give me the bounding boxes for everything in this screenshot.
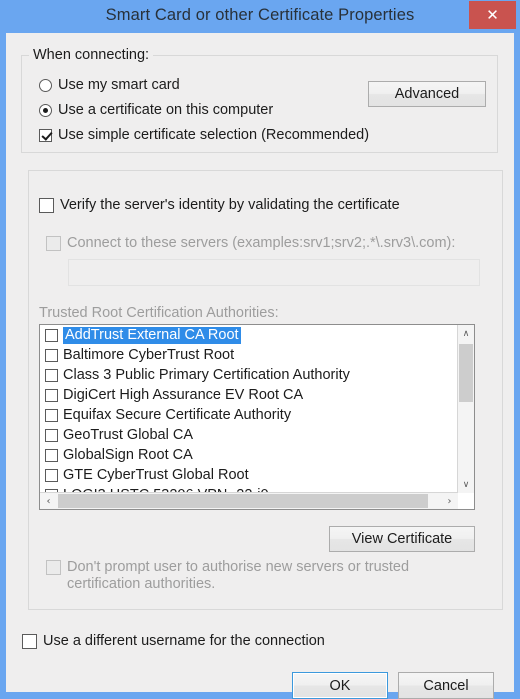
radio-indicator[interactable] [39, 79, 52, 92]
list-item[interactable]: GTE CyberTrust Global Root [40, 465, 458, 485]
checkbox-indicator[interactable] [45, 468, 58, 482]
scroll-up-icon[interactable]: ∧ [458, 325, 474, 342]
scroll-right-icon[interactable]: › [441, 493, 458, 509]
checkbox-different-username[interactable]: Use a different username for the connect… [22, 633, 325, 650]
vertical-scrollbar[interactable]: ∧ ∨ [457, 325, 474, 493]
servers-input[interactable] [68, 259, 480, 286]
list-item[interactable]: Class 3 Public Primary Certification Aut… [40, 365, 458, 385]
checkbox-indicator[interactable] [46, 236, 61, 251]
checkbox-indicator[interactable] [22, 634, 37, 649]
cancel-button[interactable]: Cancel [398, 672, 494, 699]
checkbox-simple-certificate-selection-label: Use simple certificate selection (Recomm… [58, 127, 370, 143]
title-bar: Smart Card or other Certificate Properti… [0, 0, 520, 33]
when-connecting-group-title: When connecting: [29, 47, 154, 63]
list-item[interactable]: Baltimore CyberTrust Root [40, 345, 458, 365]
checkbox-verify-server-identity-label: Verify the server's identity by validati… [60, 197, 400, 213]
list-item-label: DigiCert High Assurance EV Root CA [63, 386, 304, 403]
close-button[interactable]: ✕ [469, 1, 516, 29]
trusted-root-listbox[interactable]: AddTrust External CA Root Baltimore Cyber… [39, 324, 475, 510]
checkbox-indicator[interactable] [45, 368, 58, 382]
view-certificate-button[interactable]: View Certificate [329, 526, 475, 552]
checkbox-indicator[interactable] [39, 129, 52, 142]
checkbox-verify-server-identity[interactable]: Verify the server's identity by validati… [39, 197, 404, 214]
list-item-label: GlobalSign Root CA [63, 446, 193, 463]
list-item-label: Baltimore CyberTrust Root [63, 346, 235, 363]
list-item[interactable]: DigiCert High Assurance EV Root CA [40, 385, 458, 405]
vertical-scrollbar-thumb[interactable] [459, 344, 473, 402]
list-item-label: GeoTrust Global CA [63, 426, 194, 443]
checkbox-indicator[interactable] [45, 348, 58, 362]
dialog-client-area: When connecting: Use my smart card Use a… [6, 33, 514, 699]
checkbox-indicator[interactable] [45, 388, 58, 402]
radio-use-smart-card[interactable]: Use my smart card [39, 77, 180, 94]
checkbox-connect-to-servers-label: Connect to these servers (examples:srv1;… [67, 235, 456, 251]
trusted-root-list-rows: AddTrust External CA Root Baltimore Cyber… [40, 325, 458, 493]
scroll-left-icon[interactable]: ‹ [40, 493, 57, 509]
checkbox-dont-prompt-user-label: Don't prompt user to authorise new serve… [67, 559, 410, 592]
radio-use-certificate[interactable]: Use a certificate on this computer [39, 102, 273, 119]
scroll-down-icon[interactable]: ∨ [458, 476, 474, 493]
ok-button[interactable]: OK [292, 672, 388, 699]
list-item[interactable]: GeoTrust Global CA [40, 425, 458, 445]
list-item-label: Class 3 Public Primary Certification Aut… [63, 366, 350, 383]
radio-use-certificate-label: Use a certificate on this computer [58, 102, 274, 118]
list-item-label: GTE CyberTrust Global Root [63, 466, 249, 483]
checkbox-indicator[interactable] [45, 448, 58, 462]
dialog-window: Smart Card or other Certificate Properti… [0, 0, 520, 699]
advanced-button[interactable]: Advanced [368, 81, 486, 107]
checkbox-connect-to-servers[interactable]: Connect to these servers (examples:srv1;… [46, 235, 455, 252]
checkbox-simple-certificate-selection[interactable]: Use simple certificate selection (Recomm… [39, 127, 369, 144]
trusted-root-list-label: Trusted Root Certification Authorities: [39, 305, 279, 321]
window-title: Smart Card or other Certificate Properti… [105, 6, 415, 24]
checkbox-indicator[interactable] [45, 428, 58, 442]
horizontal-scrollbar[interactable]: ‹ › [40, 492, 458, 509]
checkbox-indicator[interactable] [46, 560, 61, 575]
radio-indicator[interactable] [39, 104, 52, 117]
list-item[interactable]: Equifax Secure Certificate Authority [40, 405, 458, 425]
checkbox-indicator[interactable] [45, 408, 58, 422]
checkbox-indicator[interactable] [39, 198, 54, 213]
close-icon: ✕ [486, 5, 499, 24]
checkbox-different-username-label: Use a different username for the connect… [43, 633, 325, 649]
list-item[interactable]: AddTrust External CA Root [40, 325, 458, 345]
horizontal-scrollbar-thumb[interactable] [58, 494, 428, 508]
checkbox-indicator[interactable] [45, 328, 58, 342]
radio-use-smart-card-label: Use my smart card [58, 77, 180, 93]
list-item[interactable]: GlobalSign Root CA [40, 445, 458, 465]
list-item-label: AddTrust External CA Root [63, 326, 241, 344]
checkbox-dont-prompt-user[interactable]: Don't prompt user to authorise new serve… [46, 559, 467, 593]
list-item-label: Equifax Secure Certificate Authority [63, 406, 292, 423]
